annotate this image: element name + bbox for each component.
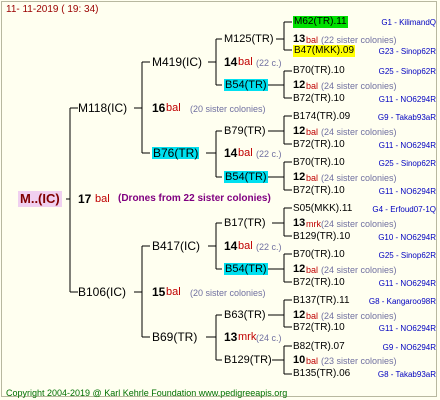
gen5-b70-c-info: G25 - Sinop62R bbox=[378, 251, 436, 260]
gen5-b72-b[interactable]: B72(TR).10 bbox=[293, 139, 345, 151]
gen5-b47[interactable]: B47(MKK).09 bbox=[293, 45, 356, 57]
gen4-m125[interactable]: M125(TR) bbox=[224, 33, 274, 45]
gen5-b79-drones-type: bal bbox=[306, 127, 319, 137]
gen5-b72-a-info: G11 - NO6294R bbox=[378, 95, 436, 104]
gen5-b70-b-info: G25 - Sinop62R bbox=[378, 159, 436, 168]
gen4-m125-type: bal bbox=[238, 56, 253, 68]
gen3-b106-colonies: (20 sister colonies) bbox=[190, 288, 266, 298]
gen3-m419-count: 16 bbox=[152, 101, 166, 115]
gen3-b69[interactable]: B69(TR) bbox=[152, 331, 197, 343]
gen5-b129-drones-colonies: (23 sister colonies) bbox=[321, 356, 397, 366]
gen5-b129-drones-count: 10 bbox=[293, 354, 306, 366]
gen5-b174[interactable]: B174(TR).09 bbox=[293, 111, 350, 123]
gen3-b417[interactable]: B417(IC) bbox=[152, 240, 200, 252]
gen5-b70-a-info: G25 - Sinop62R bbox=[378, 67, 436, 76]
gen5-b54a-drones-count: 12 bbox=[293, 79, 306, 91]
gen5-b63-drones-colonies: (24 sister colonies) bbox=[321, 311, 397, 321]
gen5-m125-drones-count: 13 bbox=[293, 33, 306, 45]
gen5-b70-a[interactable]: B70(TR).10 bbox=[293, 65, 345, 77]
gen5-b63-drones-count: 12 bbox=[293, 309, 306, 321]
queen-drones: (Drones from 22 sister colonies) bbox=[118, 193, 271, 204]
gen5-b72-d-info: G11 - NO6294R bbox=[378, 279, 436, 288]
gen5-b72-e-info: G11 - NO6294R bbox=[378, 324, 436, 333]
gen5-b54b-drones-type: bal bbox=[306, 173, 319, 183]
gen4-b417-count: 14 bbox=[224, 239, 238, 253]
gen5-b135[interactable]: B135(TR).06 bbox=[293, 368, 350, 380]
gen5-b72-a[interactable]: B72(TR).10 bbox=[293, 93, 345, 105]
pedigree-chart: 11- 11-2019 ( 19: 34) M..(IC) 17 bal (Dr… bbox=[0, 0, 440, 400]
gen3-b106-type: bal bbox=[166, 286, 181, 298]
gen5-b72-d[interactable]: B72(TR).10 bbox=[293, 277, 345, 289]
gen3-b106-count: 15 bbox=[152, 285, 166, 299]
gen5-b17-drones-count: 13 bbox=[293, 217, 306, 229]
gen4-b69-count: 13 bbox=[224, 330, 238, 344]
gen3-m419-colonies: (20 sister colonies) bbox=[190, 104, 266, 114]
report-date: 11- 11-2019 ( 19: 34) bbox=[6, 4, 99, 15]
gen5-b137[interactable]: B137(TR).11 bbox=[293, 295, 350, 307]
gen4-b79-type: bal bbox=[238, 147, 253, 159]
gen5-b17-drones-colonies: (24 sister colonies) bbox=[321, 219, 397, 229]
gen4-b417-type: bal bbox=[238, 240, 253, 252]
gen5-b72-e[interactable]: B72(TR).10 bbox=[293, 322, 345, 334]
gen5-b72-c-info: G11 - NO6294R bbox=[378, 187, 436, 196]
gen5-s05-info: G4 - Erfoud07-1Q bbox=[372, 205, 436, 214]
queen-name[interactable]: M..(IC) bbox=[18, 191, 62, 207]
gen5-b70-c[interactable]: B70(TR).10 bbox=[293, 249, 345, 261]
gen4-b79-colonies: (22 c.) bbox=[256, 149, 282, 159]
gen5-b17-drones-type: mrk bbox=[306, 219, 321, 229]
gen5-b72-b-info: G11 - NO6294R bbox=[378, 141, 436, 150]
gen5-b54c-drones-count: 12 bbox=[293, 263, 306, 275]
gen5-b174-info: G9 - Takab93aR bbox=[377, 113, 436, 122]
gen5-b82-info: G9 - NO6294R bbox=[382, 343, 436, 352]
gen5-b47-info: G23 - Sinop62R bbox=[378, 47, 436, 56]
gen3-m419[interactable]: M419(IC) bbox=[152, 56, 202, 68]
gen4-b79[interactable]: B79(TR) bbox=[224, 125, 266, 137]
gen5-b137-info: G8 - Kangaroo98R bbox=[368, 297, 436, 306]
gen5-b54c-drones-colonies: (24 sister colonies) bbox=[321, 265, 397, 275]
gen4-b54-c[interactable]: B54(TR) bbox=[224, 263, 268, 275]
gen5-b79-drones-count: 12 bbox=[293, 125, 306, 137]
gen4-b69-type: mrk bbox=[238, 331, 257, 343]
copyright-footer[interactable]: Copyright 2004-2019 @ Karl Kehrle Founda… bbox=[6, 387, 287, 399]
gen5-b54a-drones-colonies: (24 sister colonies) bbox=[321, 81, 397, 91]
gen4-b54-b[interactable]: B54(TR) bbox=[224, 171, 268, 183]
gen5-m62[interactable]: M62(TR).11 bbox=[293, 16, 348, 28]
gen5-b72-c[interactable]: B72(TR).10 bbox=[293, 185, 345, 197]
gen4-b63[interactable]: B63(TR) bbox=[224, 309, 266, 321]
gen5-s05[interactable]: S05(MKK).11 bbox=[293, 203, 352, 215]
gen5-m62-info: G1 - KilimandQ bbox=[381, 18, 436, 27]
gen3-m419-type: bal bbox=[166, 102, 181, 114]
gen5-b54c-drones-type: bal bbox=[306, 265, 319, 275]
gen5-b129-a[interactable]: B129(TR).10 bbox=[293, 231, 350, 243]
gen5-b129-drones-type: bal bbox=[306, 356, 319, 366]
gen4-b129[interactable]: B129(TR) bbox=[224, 354, 272, 366]
gen5-b79-drones-colonies: (24 sister colonies) bbox=[321, 127, 397, 137]
gen5-b54a-drones-type: bal bbox=[306, 81, 319, 91]
gen5-b135-info: G8 - Takab93aR bbox=[377, 370, 436, 379]
gen5-b70-b[interactable]: B70(TR).10 bbox=[293, 157, 345, 169]
gen4-b417-colonies: (22 c.) bbox=[256, 242, 282, 252]
sire-name[interactable]: M118(IC) bbox=[78, 102, 127, 114]
gen4-m125-colonies: (22 c.) bbox=[256, 58, 282, 68]
gen4-b54-a[interactable]: B54(TR) bbox=[224, 79, 268, 91]
gen4-b69-colonies: (24 c.) bbox=[256, 333, 282, 343]
gen5-b63-drones-type: bal bbox=[306, 311, 319, 321]
gen4-b17[interactable]: B17(TR) bbox=[224, 217, 266, 229]
gen4-m125-count: 14 bbox=[224, 55, 238, 69]
queen-type: bal bbox=[95, 193, 110, 205]
gen3-b76[interactable]: B76(TR) bbox=[152, 147, 200, 159]
dam-name[interactable]: B106(IC) bbox=[78, 286, 126, 298]
gen5-b54b-drones-count: 12 bbox=[293, 171, 306, 183]
gen4-b79-count: 14 bbox=[224, 146, 238, 160]
gen5-b129-a-info: G10 - NO6294R bbox=[378, 233, 436, 242]
gen5-b82[interactable]: B82(TR).07 bbox=[293, 341, 345, 353]
gen5-b54b-drones-colonies: (24 sister colonies) bbox=[321, 173, 397, 183]
queen-count: 17 bbox=[78, 192, 92, 206]
